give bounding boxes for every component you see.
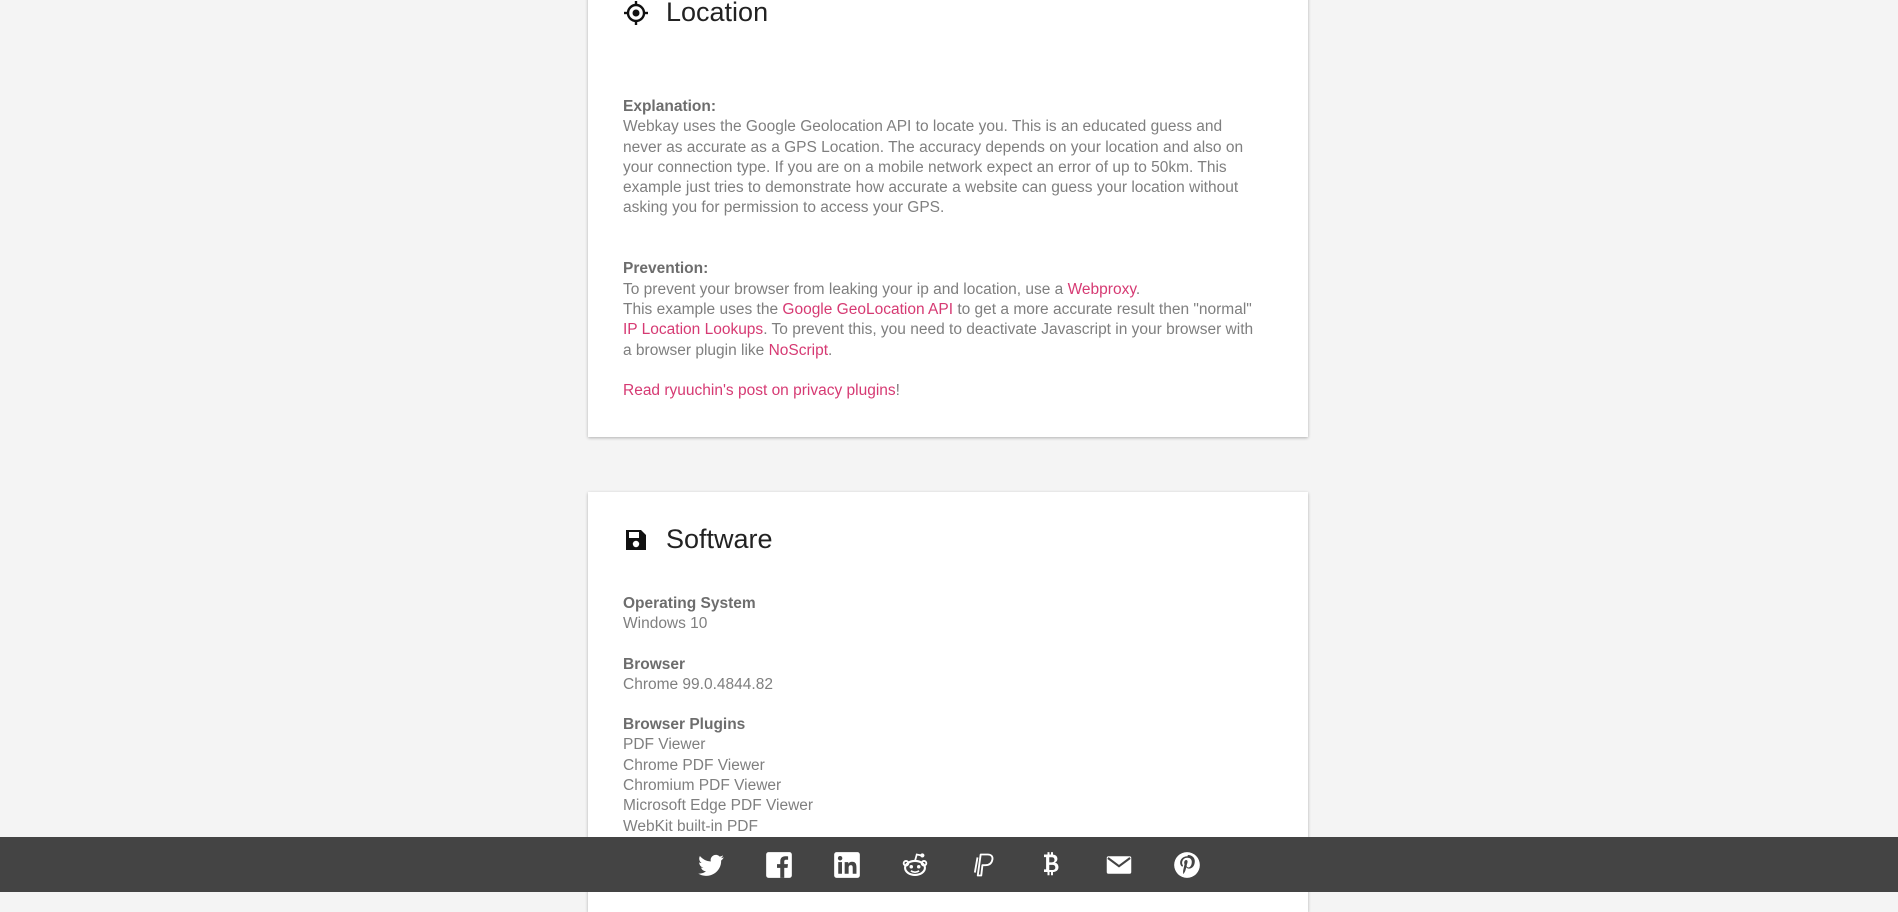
share-reddit-button[interactable] bbox=[881, 837, 949, 892]
location-header: Location bbox=[623, 0, 768, 28]
share-facebook-button[interactable] bbox=[745, 837, 813, 892]
explanation-text: Webkay uses the Google Geolocation API t… bbox=[623, 118, 1244, 217]
browser-value: Chrome 99.0.4844.82 bbox=[623, 675, 773, 693]
prevention-text-1: To prevent your browser from leaking you… bbox=[623, 280, 1068, 298]
plugin-item: WebKit built-in PDF bbox=[623, 817, 758, 835]
email-icon bbox=[1106, 855, 1132, 874]
share-footer bbox=[0, 837, 1898, 892]
location-card: Location Explanation: Webkay uses the Go… bbox=[588, 0, 1308, 437]
share-paypal-button[interactable] bbox=[949, 837, 1017, 892]
prevention-text-2: This example uses the bbox=[623, 300, 783, 318]
webproxy-link[interactable]: Webproxy bbox=[1068, 281, 1136, 298]
reddit-icon bbox=[902, 852, 928, 876]
share-twitter-button[interactable] bbox=[677, 837, 745, 892]
location-title: Location bbox=[666, 0, 769, 27]
operating-system-label: Operating System bbox=[623, 595, 756, 612]
pinterest-icon bbox=[1174, 851, 1200, 878]
twitter-icon bbox=[698, 854, 724, 876]
browser-group: Browser Chrome 99.0.4844.82 bbox=[623, 655, 1263, 696]
browser-plugins-group: Browser Plugins PDF Viewer Chrome PDF Vi… bbox=[623, 715, 1263, 837]
crosshair-icon bbox=[623, 0, 649, 26]
plugin-item: Microsoft Edge PDF Viewer bbox=[623, 797, 814, 815]
noscript-link[interactable]: NoScript bbox=[769, 342, 828, 359]
bitcoin-icon bbox=[1044, 851, 1059, 875]
ip-location-lookups-link[interactable]: IP Location Lookups bbox=[623, 321, 763, 338]
explanation-label: Explanation: bbox=[623, 98, 717, 115]
prevention-label: Prevention: bbox=[623, 260, 709, 278]
share-pinterest-button[interactable] bbox=[1153, 837, 1221, 892]
share-bitcoin-button[interactable] bbox=[1017, 837, 1085, 892]
software-title: Software bbox=[666, 524, 773, 554]
plugin-item: Chrome PDF Viewer bbox=[623, 756, 765, 774]
plugin-item: PDF Viewer bbox=[623, 736, 706, 754]
browser-label: Browser bbox=[623, 655, 686, 673]
share-email-button[interactable] bbox=[1085, 837, 1153, 892]
location-content: Explanation: Webkay uses the Google Geol… bbox=[623, 97, 1263, 401]
operating-system-value: Windows 10 bbox=[623, 615, 708, 633]
operating-system-group: Operating System Windows 10 bbox=[623, 594, 1263, 635]
plugin-item: Chromium PDF Viewer bbox=[623, 777, 782, 795]
floppy-disk-icon bbox=[623, 527, 649, 553]
software-header: Software bbox=[623, 524, 773, 555]
software-content: Operating System Windows 10 Browser Chro… bbox=[623, 594, 1263, 857]
share-linkedin-button[interactable] bbox=[813, 837, 881, 892]
privacy-plugins-post-link[interactable]: Read ryuuchin's post on privacy plugins bbox=[623, 382, 896, 399]
browser-plugins-label: Browser Plugins bbox=[623, 716, 746, 734]
prevention-period-2: . bbox=[828, 341, 833, 359]
google-geolocation-api-link[interactable]: Google GeoLocation API bbox=[782, 301, 953, 318]
facebook-icon bbox=[766, 851, 792, 878]
prevention-period-1: . bbox=[1135, 280, 1141, 298]
paypal-icon bbox=[973, 853, 994, 876]
prevention-text-3: to get a more accurate result then "norm… bbox=[953, 300, 1252, 318]
linkedin-icon bbox=[834, 851, 860, 878]
read-post-suffix: ! bbox=[895, 382, 900, 400]
